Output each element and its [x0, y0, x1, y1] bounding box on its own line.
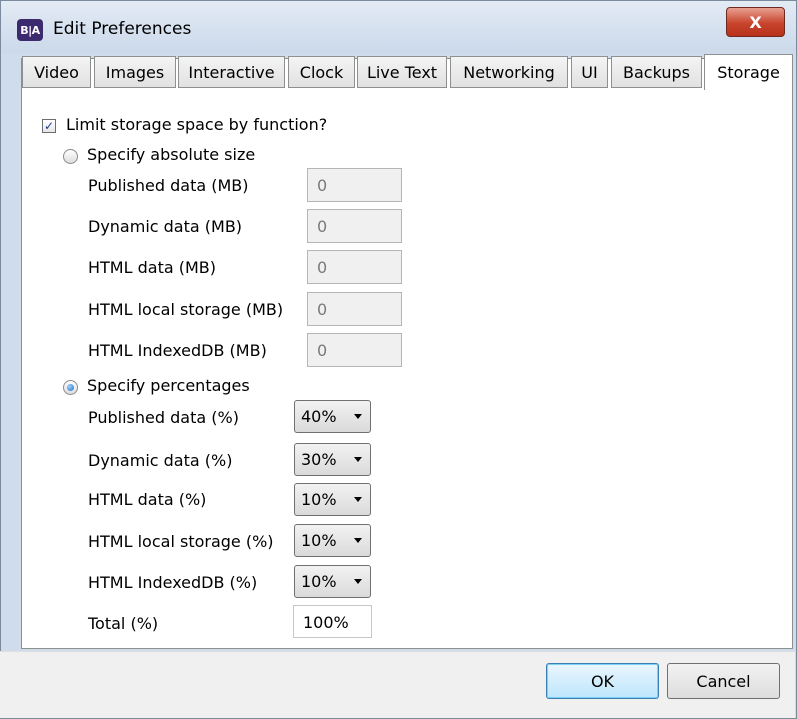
cancel-button[interactable]: Cancel [667, 663, 780, 699]
limit-storage-label: Limit storage space by function? [66, 115, 328, 134]
html-indexeddb-pct-value: 10% [301, 572, 337, 591]
dropdown-arrow-icon [354, 414, 362, 419]
title-bar[interactable]: B|A Edit Preferences X [1, 1, 796, 53]
window-title: Edit Preferences [53, 19, 192, 39]
html-indexeddb-mb-label: HTML IndexedDB (MB) [88, 341, 267, 360]
published-mb-input[interactable]: 0 [307, 168, 402, 202]
html-local-storage-pct-select[interactable]: 10% [294, 524, 371, 557]
html-mb-input[interactable]: 0 [307, 250, 402, 284]
total-pct-label: Total (%) [88, 614, 159, 633]
total-pct-value: 100% [293, 605, 372, 638]
dropdown-arrow-icon [354, 538, 362, 543]
percentages-radio[interactable] [63, 380, 78, 395]
published-mb-label: Published data (MB) [88, 176, 249, 195]
tab-images[interactable]: Images [94, 56, 176, 88]
html-mb-label: HTML data (MB) [88, 258, 216, 277]
html-indexeddb-mb-input[interactable]: 0 [307, 333, 402, 367]
tab-backups[interactable]: Backups [611, 56, 702, 88]
close-button[interactable]: X [726, 7, 785, 37]
html-pct-value: 10% [301, 490, 337, 509]
html-local-storage-pct-value: 10% [301, 531, 337, 550]
tab-networking[interactable]: Networking [450, 56, 568, 88]
dynamic-pct-select[interactable]: 30% [294, 443, 371, 476]
html-indexeddb-pct-select[interactable]: 10% [294, 565, 371, 598]
dropdown-arrow-icon [354, 457, 362, 462]
dynamic-mb-label: Dynamic data (MB) [88, 217, 243, 236]
radio-selected-icon [67, 384, 74, 391]
html-indexeddb-pct-label: HTML IndexedDB (%) [88, 573, 258, 592]
storage-tab-content [22, 90, 792, 648]
tab-live-text[interactable]: Live Text [357, 56, 447, 88]
published-pct-select[interactable]: 40% [294, 400, 371, 433]
tab-clock[interactable]: Clock [288, 56, 355, 88]
app-logo-icon: B|A [17, 19, 43, 41]
checkmark-icon: ✓ [43, 119, 55, 133]
html-pct-select[interactable]: 10% [294, 483, 371, 516]
html-local-storage-mb-label: HTML local storage (MB) [88, 300, 284, 319]
ok-button[interactable]: OK [546, 663, 659, 699]
published-pct-value: 40% [301, 407, 337, 426]
dynamic-mb-input[interactable]: 0 [307, 209, 402, 243]
tab-storage[interactable]: Storage [704, 54, 793, 90]
published-pct-label: Published data (%) [88, 408, 239, 427]
dropdown-arrow-icon [354, 497, 362, 502]
dropdown-arrow-icon [354, 579, 362, 584]
dynamic-pct-label: Dynamic data (%) [88, 451, 233, 470]
html-local-storage-mb-input[interactable]: 0 [307, 292, 402, 326]
absolute-size-label: Specify absolute size [87, 145, 256, 164]
html-pct-label: HTML data (%) [88, 490, 207, 509]
dynamic-pct-value: 30% [301, 450, 337, 469]
tab-interactive[interactable]: Interactive [178, 56, 285, 88]
close-icon: X [749, 12, 762, 32]
percentages-label: Specify percentages [87, 376, 250, 395]
tab-ui[interactable]: UI [571, 56, 608, 88]
absolute-size-radio[interactable] [63, 149, 78, 164]
tab-video[interactable]: Video [22, 56, 91, 88]
limit-storage-checkbox[interactable]: ✓ [42, 119, 56, 133]
html-local-storage-pct-label: HTML local storage (%) [88, 532, 274, 551]
